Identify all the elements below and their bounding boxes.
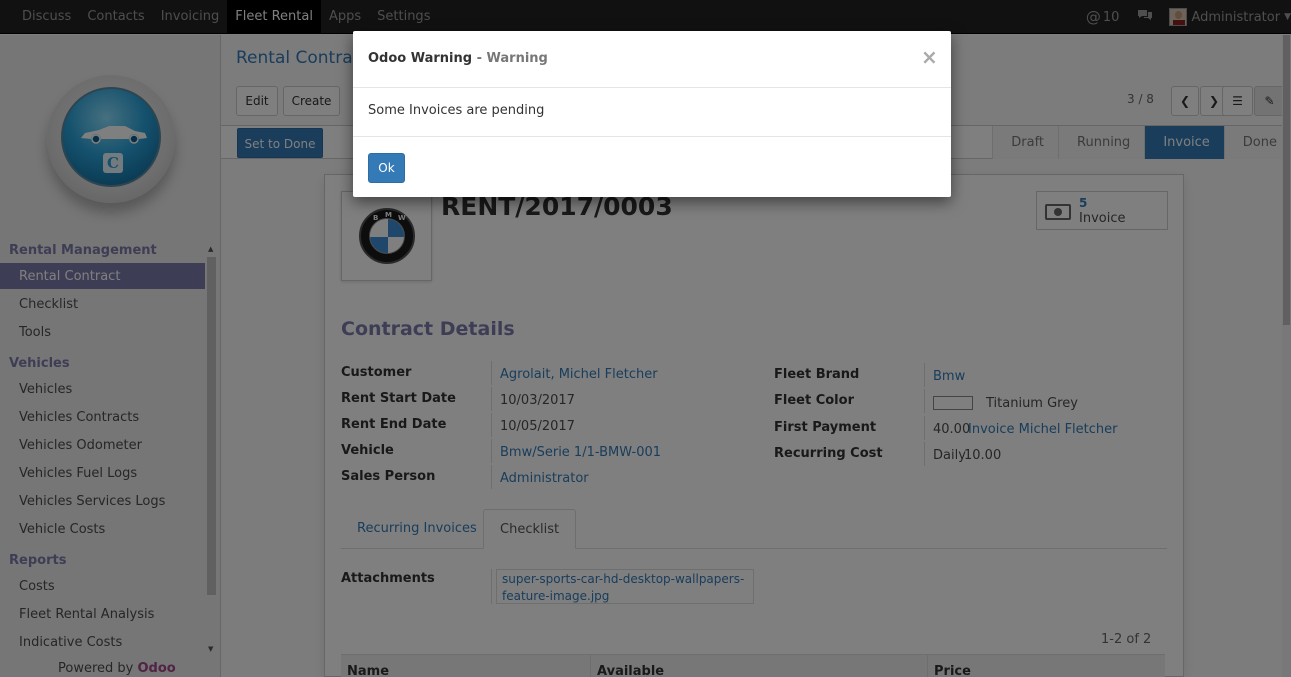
dialog-subtitle: - Warning bbox=[476, 51, 548, 66]
dialog-message: Some Invoices are pending bbox=[368, 103, 545, 118]
dialog-title: Odoo Warning - Warning bbox=[368, 51, 548, 66]
warning-dialog: Odoo Warning - Warning × Some Invoices a… bbox=[353, 31, 951, 197]
ok-button[interactable]: Ok bbox=[368, 153, 405, 183]
dialog-title-text: Odoo Warning bbox=[368, 51, 473, 66]
dialog-footer: Ok bbox=[353, 136, 951, 197]
dialog-header: Odoo Warning - Warning × bbox=[353, 31, 951, 88]
close-icon[interactable]: × bbox=[921, 45, 938, 69]
